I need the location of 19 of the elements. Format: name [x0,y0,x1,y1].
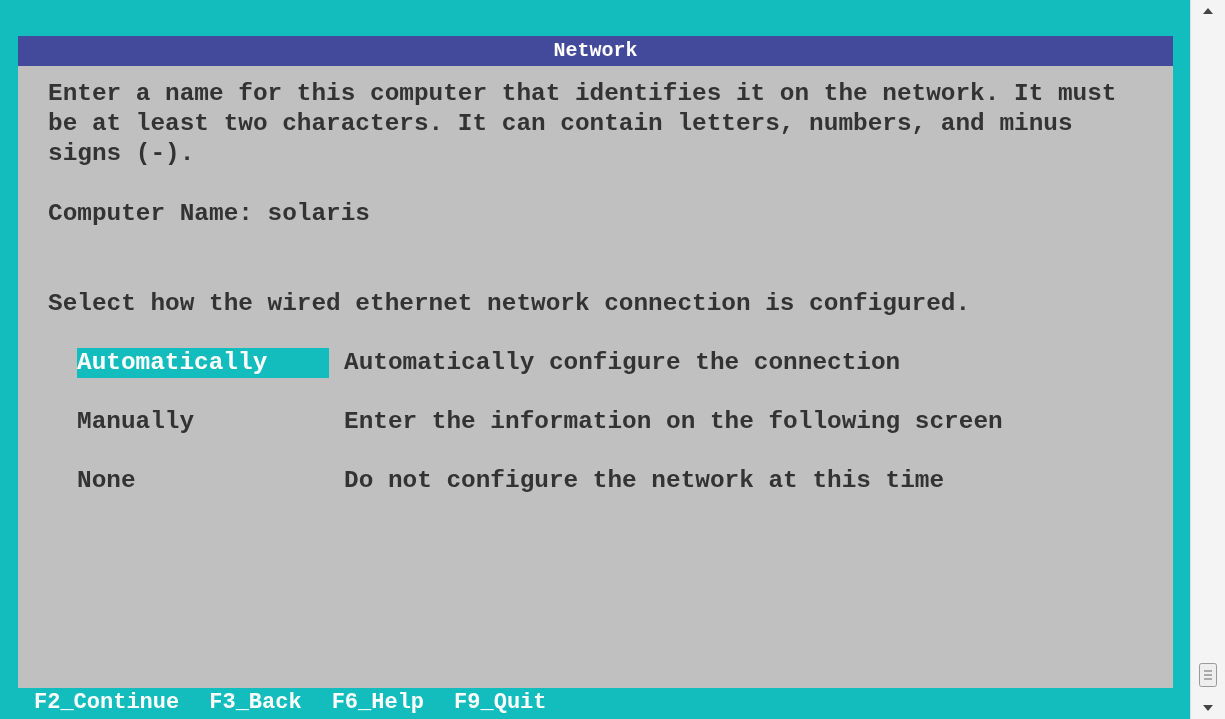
function-key-label[interactable]: F2_Continue [34,688,180,718]
scroll-up-icon[interactable] [1203,8,1213,14]
prompt-text: Select how the wired ethernet network connection is configured. [48,289,972,319]
option-description: Enter the information on the following screen [344,407,1003,437]
function-key-label[interactable]: F6_Help [331,688,425,718]
scroll-grip-icon[interactable] [1199,663,1217,687]
window-title: Network [553,38,638,64]
option-item[interactable]: None [77,466,329,496]
instruction-text: Enter a name for this computer that identifies it on the network. It must be at least two characters. It can contain letters, numbers, and minus signs (-). [48,79,1118,169]
option-description: Do not configure the network at this time [344,466,945,496]
scroll-down-icon[interactable] [1203,705,1213,711]
computer-name-field[interactable]: solaris [267,199,370,229]
option-item[interactable]: Manually [77,407,329,437]
scrollbar[interactable] [1190,0,1225,719]
field-label: Computer Name: [48,199,253,229]
function-key-label[interactable]: F9_Quit [454,688,547,718]
option-description: Automatically configure the connection [344,348,901,378]
function-key-label[interactable]: F3_Back [209,688,302,718]
option-item[interactable]: Automatically [77,348,329,378]
